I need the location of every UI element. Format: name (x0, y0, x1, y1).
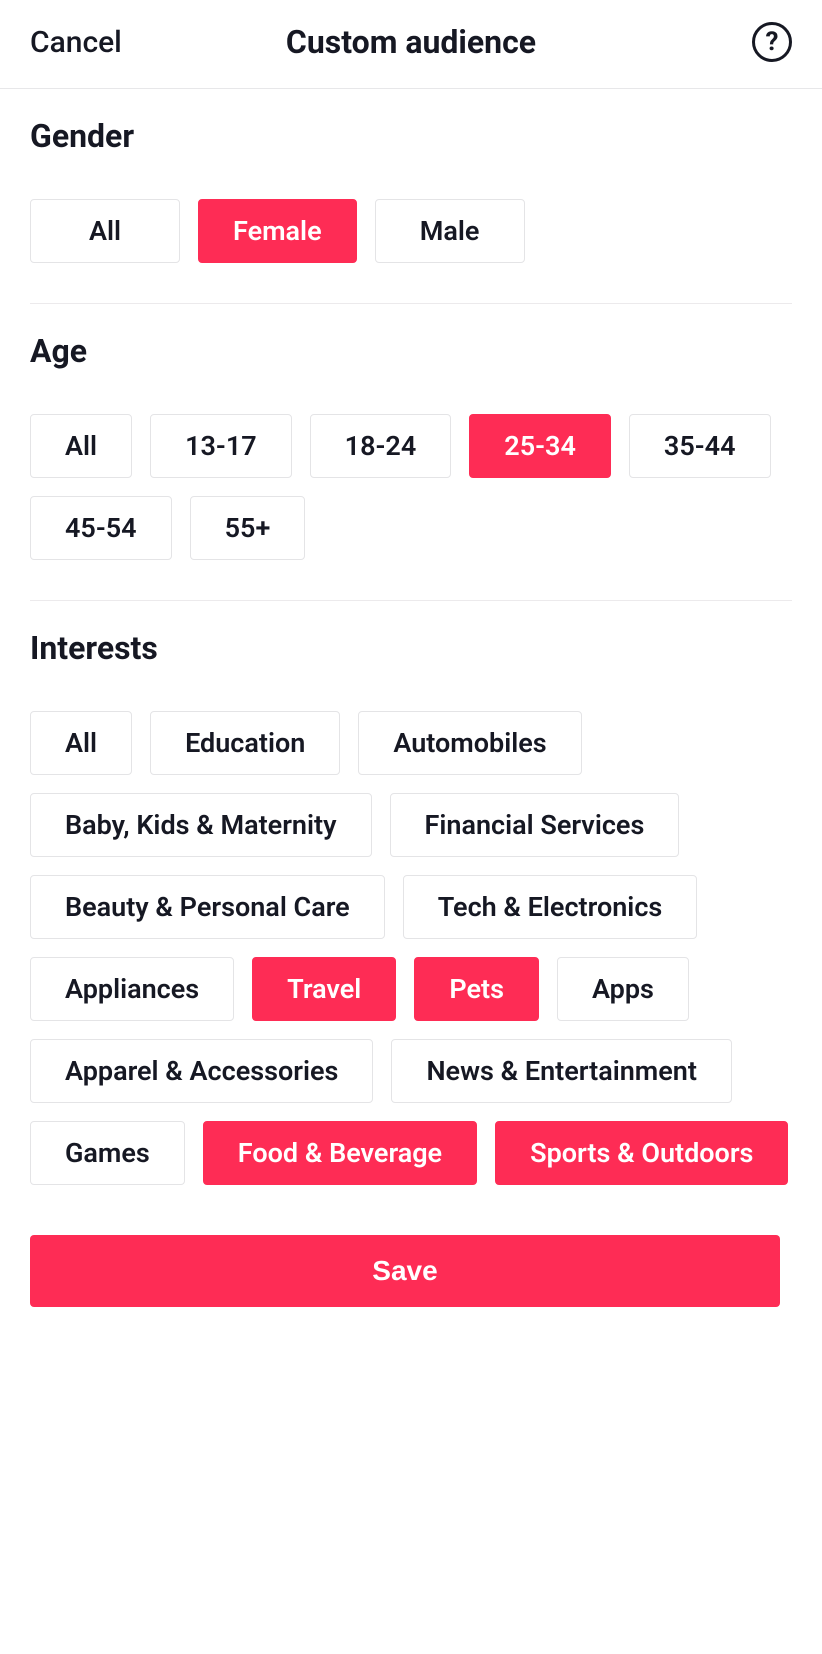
section-title-age: Age (30, 332, 792, 370)
chip-interests-news-entertainment[interactable]: News & Entertainment (391, 1039, 732, 1103)
chip-interests-beauty-personal-care[interactable]: Beauty & Personal Care (30, 875, 385, 939)
chip-gender-female[interactable]: Female (198, 199, 357, 263)
chip-age-13-17[interactable]: 13-17 (150, 414, 292, 478)
chip-interests-baby-kids-maternity[interactable]: Baby, Kids & Maternity (30, 793, 372, 857)
chip-interests-appliances[interactable]: Appliances (30, 957, 234, 1021)
chip-age-25-34[interactable]: 25-34 (469, 414, 611, 478)
chip-interests-sports-outdoors[interactable]: Sports & Outdoors (495, 1121, 788, 1185)
age-options: All 13-17 18-24 25-34 35-44 45-54 55+ (30, 414, 792, 560)
section-interests: Interests All Education Automobiles Baby, K… (30, 601, 792, 1225)
cancel-button[interactable]: Cancel (30, 25, 150, 60)
chip-interests-apparel-accessories[interactable]: Apparel & Accessories (30, 1039, 373, 1103)
chip-gender-all[interactable]: All (30, 199, 180, 263)
section-age: Age All 13-17 18-24 25-34 35-44 45-54 55+ (30, 304, 792, 601)
page-title: Custom audience (150, 23, 672, 61)
content: Gender All Female Male Age All 13-17 18-24 25… (0, 89, 822, 1447)
section-title-gender: Gender (30, 117, 792, 155)
chip-interests-travel[interactable]: Travel (252, 957, 396, 1021)
chip-age-45-54[interactable]: 45-54 (30, 496, 172, 560)
save-button[interactable]: Save (30, 1235, 780, 1307)
chip-age-all[interactable]: All (30, 414, 132, 478)
chip-age-35-44[interactable]: 35-44 (629, 414, 771, 478)
interests-options: All Education Automobiles Baby, Kids & Mate… (30, 711, 792, 1185)
header: Cancel Custom audience ? (0, 0, 822, 89)
chip-interests-pets[interactable]: Pets (414, 957, 539, 1021)
help-icon[interactable]: ? (752, 22, 792, 62)
chip-interests-food-beverage[interactable]: Food & Beverage (203, 1121, 477, 1185)
chip-interests-apps[interactable]: Apps (557, 957, 689, 1021)
gender-options: All Female Male (30, 199, 792, 263)
chip-interests-financial-services[interactable]: Financial Services (390, 793, 680, 857)
chip-age-18-24[interactable]: 18-24 (310, 414, 452, 478)
chip-interests-games[interactable]: Games (30, 1121, 185, 1185)
chip-gender-male[interactable]: Male (375, 199, 525, 263)
chip-interests-all[interactable]: All (30, 711, 132, 775)
chip-interests-tech-electronics[interactable]: Tech & Electronics (403, 875, 698, 939)
section-title-interests: Interests (30, 629, 792, 667)
header-help-wrap: ? (672, 22, 792, 62)
chip-interests-automobiles[interactable]: Automobiles (358, 711, 581, 775)
chip-age-55[interactable]: 55+ (190, 496, 306, 560)
section-gender: Gender All Female Male (30, 89, 792, 304)
chip-interests-education[interactable]: Education (150, 711, 340, 775)
